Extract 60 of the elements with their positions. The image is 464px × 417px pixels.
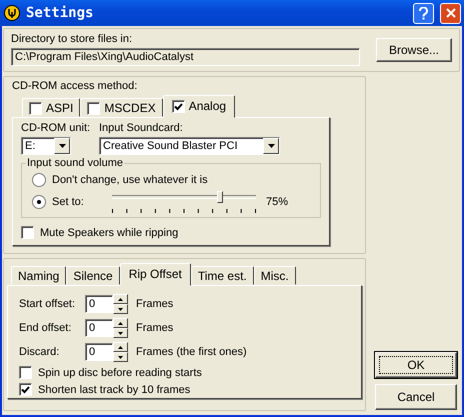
tab[interactable]: Analog xyxy=(162,95,236,118)
tab[interactable]: Rip Offset xyxy=(120,263,191,286)
tab[interactable]: Misc. xyxy=(254,266,296,285)
field-label: Start offset: xyxy=(19,298,76,310)
radio-button[interactable] xyxy=(32,173,46,187)
checkbox[interactable] xyxy=(29,102,42,114)
up-arrow-icon xyxy=(118,346,123,348)
tab[interactable]: Naming xyxy=(11,266,66,285)
help-icon xyxy=(419,6,428,20)
field-label: End offset: xyxy=(19,322,72,334)
number-field[interactable]: 0 xyxy=(85,343,113,361)
option-label: Set to: xyxy=(52,196,85,208)
up-arrow-icon xyxy=(118,322,123,324)
help-button[interactable] xyxy=(413,2,434,24)
number-field[interactable]: 0 xyxy=(85,319,113,337)
group-label: CD-ROM access method: xyxy=(12,80,138,92)
field-label: CD-ROM unit: xyxy=(21,122,92,134)
tab[interactable]: Silence xyxy=(66,266,120,285)
spin-button[interactable] xyxy=(113,318,128,338)
tab[interactable]: MSCDEX xyxy=(80,98,163,117)
checkbox[interactable] xyxy=(172,100,185,112)
option-label: Don't change, use whatever it is xyxy=(52,174,208,186)
down-arrow-icon xyxy=(118,332,123,334)
spin-button[interactable] xyxy=(113,342,128,362)
checkbox-label: Mute Speakers while ripping xyxy=(40,226,178,238)
checkbox-label: Spin up disc before reading starts xyxy=(38,366,202,378)
checkbox[interactable] xyxy=(19,366,32,379)
checkbox[interactable] xyxy=(19,383,32,396)
dialog-button[interactable]: Cancel xyxy=(375,384,457,410)
window-title: Settings xyxy=(26,5,94,21)
slider-thumb[interactable] xyxy=(217,191,223,203)
checkbox[interactable] xyxy=(87,102,100,114)
unit-label: Frames (the first ones) xyxy=(136,346,247,358)
unit-label: Frames xyxy=(136,298,174,310)
soundcard-dropdown[interactable]: Creative Sound Blaster PCI xyxy=(99,137,280,155)
dialog-button[interactable]: OK xyxy=(375,352,457,378)
tab[interactable]: Time est. xyxy=(190,266,254,285)
directory-field[interactable]: C:\Program Files\Xing\AudioCatalyst xyxy=(11,48,360,66)
number-field[interactable]: 0 xyxy=(85,295,113,313)
unit-label: Frames xyxy=(136,322,174,334)
app-logo-icon xyxy=(4,5,20,21)
field-label: Discard: xyxy=(19,346,60,358)
tab[interactable]: ASPI xyxy=(22,98,80,117)
drive-dropdown[interactable]: E: xyxy=(21,137,71,155)
browse-button[interactable]: Browse... xyxy=(376,38,452,62)
group-label: Input sound volume xyxy=(26,157,124,169)
down-arrow-icon xyxy=(118,356,123,358)
down-arrow-icon xyxy=(118,308,123,310)
volume-reading: 75% xyxy=(266,196,288,208)
close-button[interactable] xyxy=(440,2,461,24)
field-label: Input Soundcard: xyxy=(99,122,184,134)
checkbox-label: Shorten last track by 10 frames xyxy=(38,384,190,396)
spin-button[interactable] xyxy=(113,294,128,314)
caret-icon xyxy=(58,144,66,148)
checkbox[interactable] xyxy=(21,226,34,239)
up-arrow-icon xyxy=(118,298,123,300)
close-icon xyxy=(446,8,456,18)
caret-icon xyxy=(268,144,274,148)
radio-button[interactable] xyxy=(32,195,46,209)
field-label: Directory to store files in: xyxy=(11,33,134,45)
